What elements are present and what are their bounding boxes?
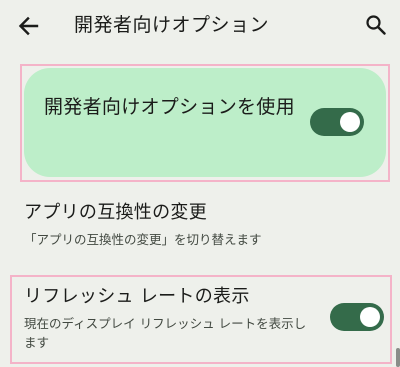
highlight-frame-main-switch (20, 64, 390, 182)
highlight-frame-refresh-rate (10, 275, 392, 364)
search-icon[interactable] (364, 13, 388, 37)
arrow-back-icon[interactable] (14, 12, 42, 40)
app-compatibility-title: アプリの互換性の変更 (24, 202, 207, 223)
app-compatibility-summary: 「アプリの互換性の変更」を切り替えます (24, 232, 262, 247)
app-compatibility-changes-item[interactable]: アプリの互換性の変更 「アプリの互換性の変更」を切り替えます (0, 195, 400, 255)
page-title: 開発者向けオプション (74, 14, 270, 36)
scrollbar[interactable] (396, 348, 400, 367)
app-bar: 開発者向けオプション (0, 0, 400, 52)
